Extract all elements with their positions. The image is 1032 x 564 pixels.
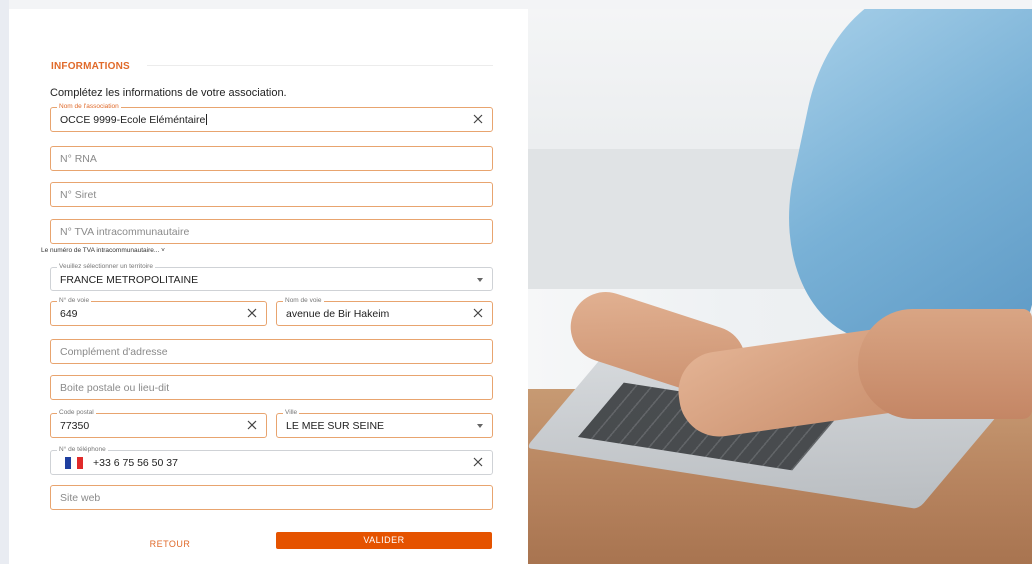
rna-placeholder: N° RNA	[60, 153, 97, 165]
close-icon[interactable]	[472, 307, 484, 319]
close-icon[interactable]	[472, 456, 484, 468]
street-number-field[interactable]: N° de voie 649	[50, 296, 267, 326]
close-icon[interactable]	[246, 307, 258, 319]
intro-text: Complétez les informations de votre asso…	[50, 87, 287, 99]
tva-helper-text[interactable]: Le numéro de TVA intracommunautaire... ˅	[41, 247, 165, 254]
tva-placeholder: N° TVA intracommunautaire	[60, 226, 190, 238]
territoire-select[interactable]: Veuillez sélectionner un territoire FRAN…	[50, 262, 493, 291]
association-name-value: OCCE 9999-Ecole Eléméntaire	[60, 114, 206, 126]
territoire-value: FRANCE METROPOLITAINE	[60, 274, 199, 286]
submit-button[interactable]: VALIDER	[276, 532, 492, 549]
street-number-label: N° de voie	[57, 296, 92, 305]
section-divider	[147, 65, 493, 66]
city-select[interactable]: Ville LE MEE SUR SEINE	[276, 408, 493, 438]
phone-field[interactable]: N° de téléphone +33 6 75 56 50 37	[50, 445, 493, 475]
city-value: LE MEE SUR SEINE	[286, 420, 385, 432]
back-button[interactable]: RETOUR	[125, 536, 215, 553]
address-complement-placeholder: Complément d'adresse	[60, 346, 168, 358]
street-number-value: 649	[60, 308, 78, 320]
postal-code-value: 77350	[60, 420, 90, 432]
siret-placeholder: N° Siret	[60, 189, 97, 201]
chevron-down-icon[interactable]	[477, 424, 483, 428]
association-name-field[interactable]: Nom de l'association OCCE 9999-Ecole Elé…	[50, 102, 493, 132]
top-edge	[9, 0, 1032, 9]
close-icon[interactable]	[246, 419, 258, 431]
chevron-down-icon[interactable]	[477, 278, 483, 282]
website-field[interactable]: Site web	[50, 485, 493, 510]
postal-code-field[interactable]: Code postal 77350	[50, 408, 267, 438]
postal-code-label: Code postal	[57, 408, 96, 417]
website-placeholder: Site web	[60, 492, 101, 504]
photo-forearm	[858, 309, 1032, 419]
city-label: Ville	[283, 408, 300, 417]
siret-field[interactable]: N° Siret	[50, 182, 493, 207]
association-name-label: Nom de l'association	[57, 102, 121, 111]
left-edge	[0, 0, 9, 564]
po-box-placeholder: Boite postale ou lieu-dit	[60, 382, 170, 394]
section-title: INFORMATIONS	[51, 61, 130, 72]
address-complement-field[interactable]: Complément d'adresse	[50, 339, 493, 364]
street-name-value: avenue de Bir Hakeim	[286, 308, 390, 320]
close-icon[interactable]	[472, 113, 484, 125]
street-name-field[interactable]: Nom de voie avenue de Bir Hakeim	[276, 296, 493, 326]
po-box-field[interactable]: Boite postale ou lieu-dit	[50, 375, 493, 400]
territoire-label: Veuillez sélectionner un territoire	[57, 262, 155, 271]
tva-field[interactable]: N° TVA intracommunautaire	[50, 219, 493, 244]
street-name-label: Nom de voie	[283, 296, 324, 305]
hero-photo	[528, 9, 1032, 564]
association-form: INFORMATIONS Complétez les informations …	[9, 9, 528, 564]
rna-field[interactable]: N° RNA	[50, 146, 493, 171]
phone-value: +33 6 75 56 50 37	[93, 457, 178, 469]
phone-label: N° de téléphone	[57, 445, 108, 454]
france-flag-icon[interactable]	[65, 457, 83, 469]
